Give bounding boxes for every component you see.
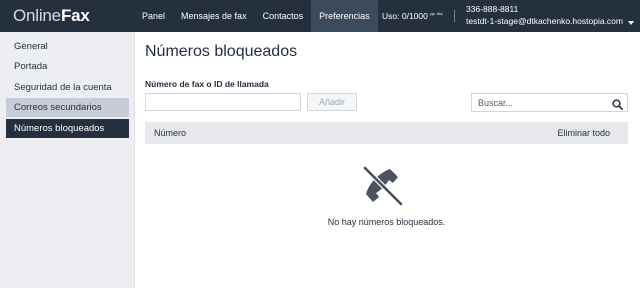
fax-number-label: Número de fax o ID de llamada bbox=[145, 79, 269, 89]
table-header: Número Eliminar todo bbox=[145, 122, 628, 144]
logo-text-fax: Fax bbox=[60, 6, 90, 25]
search-input[interactable] bbox=[472, 94, 608, 111]
fax-number-input[interactable] bbox=[145, 93, 301, 111]
search-icon[interactable] bbox=[612, 97, 624, 111]
account-number: 336-888-8811 bbox=[466, 4, 519, 14]
nav-preferences[interactable]: Preferencias bbox=[311, 0, 378, 32]
add-button[interactable]: Añadir bbox=[307, 93, 357, 111]
logo[interactable]: OnlineFax bbox=[13, 7, 90, 25]
search-box bbox=[471, 93, 628, 112]
nav-contacts[interactable]: Contactos bbox=[255, 0, 312, 32]
top-bar: OnlineFax Panel Mensajes de fax Contacto… bbox=[0, 0, 640, 32]
usage-label: Uso: bbox=[382, 11, 400, 21]
logo-text-online: Online bbox=[13, 6, 61, 25]
account-email: testdt-1-stage@dtkachenko.hostopia.com bbox=[466, 16, 623, 26]
account-menu[interactable]: 336-888-8811 testdt-1-stage@dtkachenko.h… bbox=[466, 4, 636, 30]
sidebar-item-general[interactable]: General bbox=[6, 37, 129, 56]
usage-value: 0/1000 bbox=[401, 11, 428, 21]
usage-indicator: Uso: 0/1000 pp. día bbox=[382, 0, 443, 32]
phone-blocked-icon bbox=[360, 163, 406, 209]
sidebar-item-cover-page[interactable]: Portada bbox=[6, 57, 129, 76]
divider bbox=[454, 10, 455, 22]
sidebar: General Portada Seguridad de la cuenta C… bbox=[0, 32, 135, 288]
sidebar-item-secondary-emails[interactable]: Correos secundarios bbox=[6, 98, 129, 117]
column-header-number: Número bbox=[154, 128, 187, 138]
delete-all-link[interactable]: Eliminar todo bbox=[557, 122, 610, 144]
page-title: Números bloqueados bbox=[145, 43, 298, 60]
nav-panel[interactable]: Panel bbox=[134, 0, 173, 32]
nav-fax-messages[interactable]: Mensajes de fax bbox=[173, 0, 255, 32]
sidebar-item-blocked-numbers[interactable]: Números bloqueados bbox=[6, 119, 129, 138]
chevron-down-icon bbox=[628, 21, 634, 25]
main-nav: Panel Mensajes de fax Contactos Preferen… bbox=[134, 0, 378, 32]
empty-state-message: No hay números bloqueados. bbox=[327, 217, 446, 227]
usage-unit: pp. día bbox=[430, 11, 443, 16]
sidebar-item-account-security[interactable]: Seguridad de la cuenta bbox=[6, 78, 129, 97]
